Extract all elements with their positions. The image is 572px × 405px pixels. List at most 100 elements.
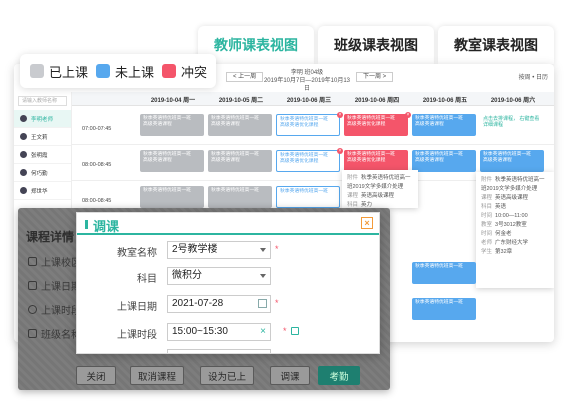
time-slot: 08:00-08:45 [82,162,112,168]
next-field[interactable] [167,349,271,353]
course-card[interactable]: 秋季英语特优班高一班 [412,298,476,320]
detail-row: 老师 广东财经大学 [481,240,529,246]
chevron-down-icon [260,274,266,278]
title-accent [85,220,88,229]
conflict-icon[interactable]: × [405,112,411,118]
card-title: 秋季英语特优班高一班 [280,189,328,194]
calendar-icon[interactable] [258,299,267,308]
card-sub: 高级英语优化课程 [280,123,319,128]
card-sub: 高级英语优化课程 [280,159,319,164]
cancel-course-button[interactable]: 取消课程 [130,366,184,385]
subject-value: 微积分 [172,270,202,281]
swatch-pending [96,64,111,78]
course-card[interactable]: 秋季英语特优班高一班 高级英语课程 [412,150,476,172]
panel-footer: 关闭 取消课程 设为已上 调课 考勤 [18,360,390,390]
sidebar-item-teacher[interactable]: 张明霞 [14,146,71,164]
avatar [20,187,27,194]
legend-label: 已上课 [49,64,89,80]
day-header: 2019-10-05 周二 [218,98,264,104]
detail-row: 学生 第32章 [481,249,513,255]
card-sub: 高级英语课程 [143,158,172,163]
date-value: 2021-07-28 [172,298,224,309]
mark-done-button[interactable]: 设为已上 [200,366,254,385]
card-sub: 高级英语课程 [211,122,240,127]
time-input[interactable]: 15:00~15:30 × [167,323,271,341]
schedule-hint[interactable]: 点击去排课程， 右键查看详细课程 [480,114,544,136]
tab-class-view[interactable]: 班级课表视图 [318,26,434,64]
teacher-search-input[interactable]: 请输入教师名称 [18,96,67,106]
subject-select[interactable]: 微积分 [167,267,271,285]
reschedule-button[interactable]: 调课 [270,366,310,385]
sidebar-item-teacher[interactable]: 王文莉 [14,128,71,146]
view-mode-toggle[interactable]: 按周 • 日历 [519,72,548,81]
course-card[interactable]: 秋季英语特优班高一班 高级英语课程 [140,114,204,136]
sidebar-item-teacher[interactable]: 李明老师 [14,110,71,128]
close-button[interactable]: 关闭 [76,366,116,385]
card-title: 秋季英语特优班高一班 [211,188,259,193]
card-sub: 高级英语优化课程 [347,122,386,127]
time-value: 15:00~15:30 [172,326,228,337]
dialog-title: 调课 [93,219,120,234]
day-header: 2019-10-06 周三 [286,98,332,104]
card-sub: 高级英语课程 [143,122,172,127]
close-icon[interactable]: × [361,217,373,229]
swatch-done [30,64,44,78]
legend-item: 冲突 [162,62,207,81]
sidebar-item-label: 何巧勤 [31,170,48,177]
week-range-label: 2019年10月7日—2019年10月13日 [263,78,351,92]
course-card[interactable]: 秋季英语特优班高一班 高级英语课程 [480,150,544,172]
time-label: 上课时段 [117,330,157,341]
card-sub: 高级英语课程 [415,122,444,127]
course-card[interactable]: 秋季英语特优班高一班 高级英语课程 [140,150,204,172]
clock-icon [28,305,37,314]
avatar [20,115,27,122]
sidebar-item-teacher[interactable]: 郑世华 [14,182,71,200]
sidebar-item-teacher[interactable]: 何巧勤 [14,164,71,182]
swatch-conflict [162,64,177,78]
course-card[interactable]: 秋季英语特优班高一班 高级英语课程 [412,114,476,136]
legend-item: 未上课 [96,62,154,81]
course-card[interactable]: 秋季英语特优班高一班 高级英语课程 [208,150,272,172]
sidebar-item-label: 王文莉 [31,134,48,141]
card-sub: 高级英语课程 [483,158,512,163]
time-slot: 08:00-08:45 [82,198,112,204]
classroom-select[interactable]: 2号教学楼 [167,241,271,259]
tab-classroom-view[interactable]: 教室课表视图 [438,26,554,64]
card-title: 秋季英语特优班高一班 [415,264,463,269]
clear-icon[interactable]: × [260,324,266,340]
prev-week-button[interactable]: < 上一周 [226,72,264,82]
sidebar-item-label: 张明霞 [31,152,48,159]
edit-icon[interactable] [291,327,299,335]
course-detail-popup: 附件 秋季英语特优班高一班2019文学多媒介处理 课程 英语高级课程 科目 英语 时间… [476,172,554,288]
attendance-button[interactable]: 考勤 [318,366,360,385]
required-mark: * [275,244,279,254]
card-sub: 高级英语课程 [211,158,240,163]
class-icon [28,329,37,338]
course-card[interactable]: 秋季英语特优班高一班 [208,186,272,208]
next-week-button[interactable]: 下一周 > [356,72,394,82]
avatar [20,169,27,176]
conflict-icon[interactable]: × [337,112,343,118]
panel-item-class: 班级名称 [28,326,81,341]
detail-row: 课程 英语高级课程 [347,193,395,199]
course-card[interactable]: 秋季英语特优班高一班 高级英语优化课程 [344,114,408,136]
panel-item-time: 上课时段 [28,302,81,317]
course-card[interactable]: 秋季英语特优班高一班 [276,186,340,208]
legend-label: 未上课 [115,64,155,80]
course-card[interactable]: 秋季英语特优班高一班 高级英语课程 [208,114,272,136]
card-sub: 高级英语课程 [415,158,444,163]
course-card[interactable]: 秋季英语特优班高一班 [412,262,476,284]
conflict-icon[interactable]: × [337,148,343,154]
course-card[interactable]: 秋季英语特优班高一班 高级英语优化课程 [276,150,340,172]
sidebar-item-label: 郑世华 [31,188,48,195]
classroom-label: 教室名称 [117,248,157,259]
legend-item: 已上课 [30,62,88,81]
course-card[interactable]: 秋季英语特优班高一班 [140,186,204,208]
sidebar-item-label: 李明老师 [31,116,54,123]
course-detail-popup: 附件 秋季英语特优班高一班2019文学多媒介处理 课程 英语高级课程 科目 英力 [342,170,418,208]
date-input[interactable]: 2021-07-28 [167,295,271,313]
course-card[interactable]: 秋季英语特优班高一班 高级英语优化课程 [276,114,340,136]
course-card[interactable]: 秋季英语特优班高一班 高级英语优化课程 [344,150,408,172]
grid-header: 2019-10-04 周一 2019-10-05 周二 2019-10-06 周… [72,92,554,106]
chevron-down-icon [260,248,266,252]
